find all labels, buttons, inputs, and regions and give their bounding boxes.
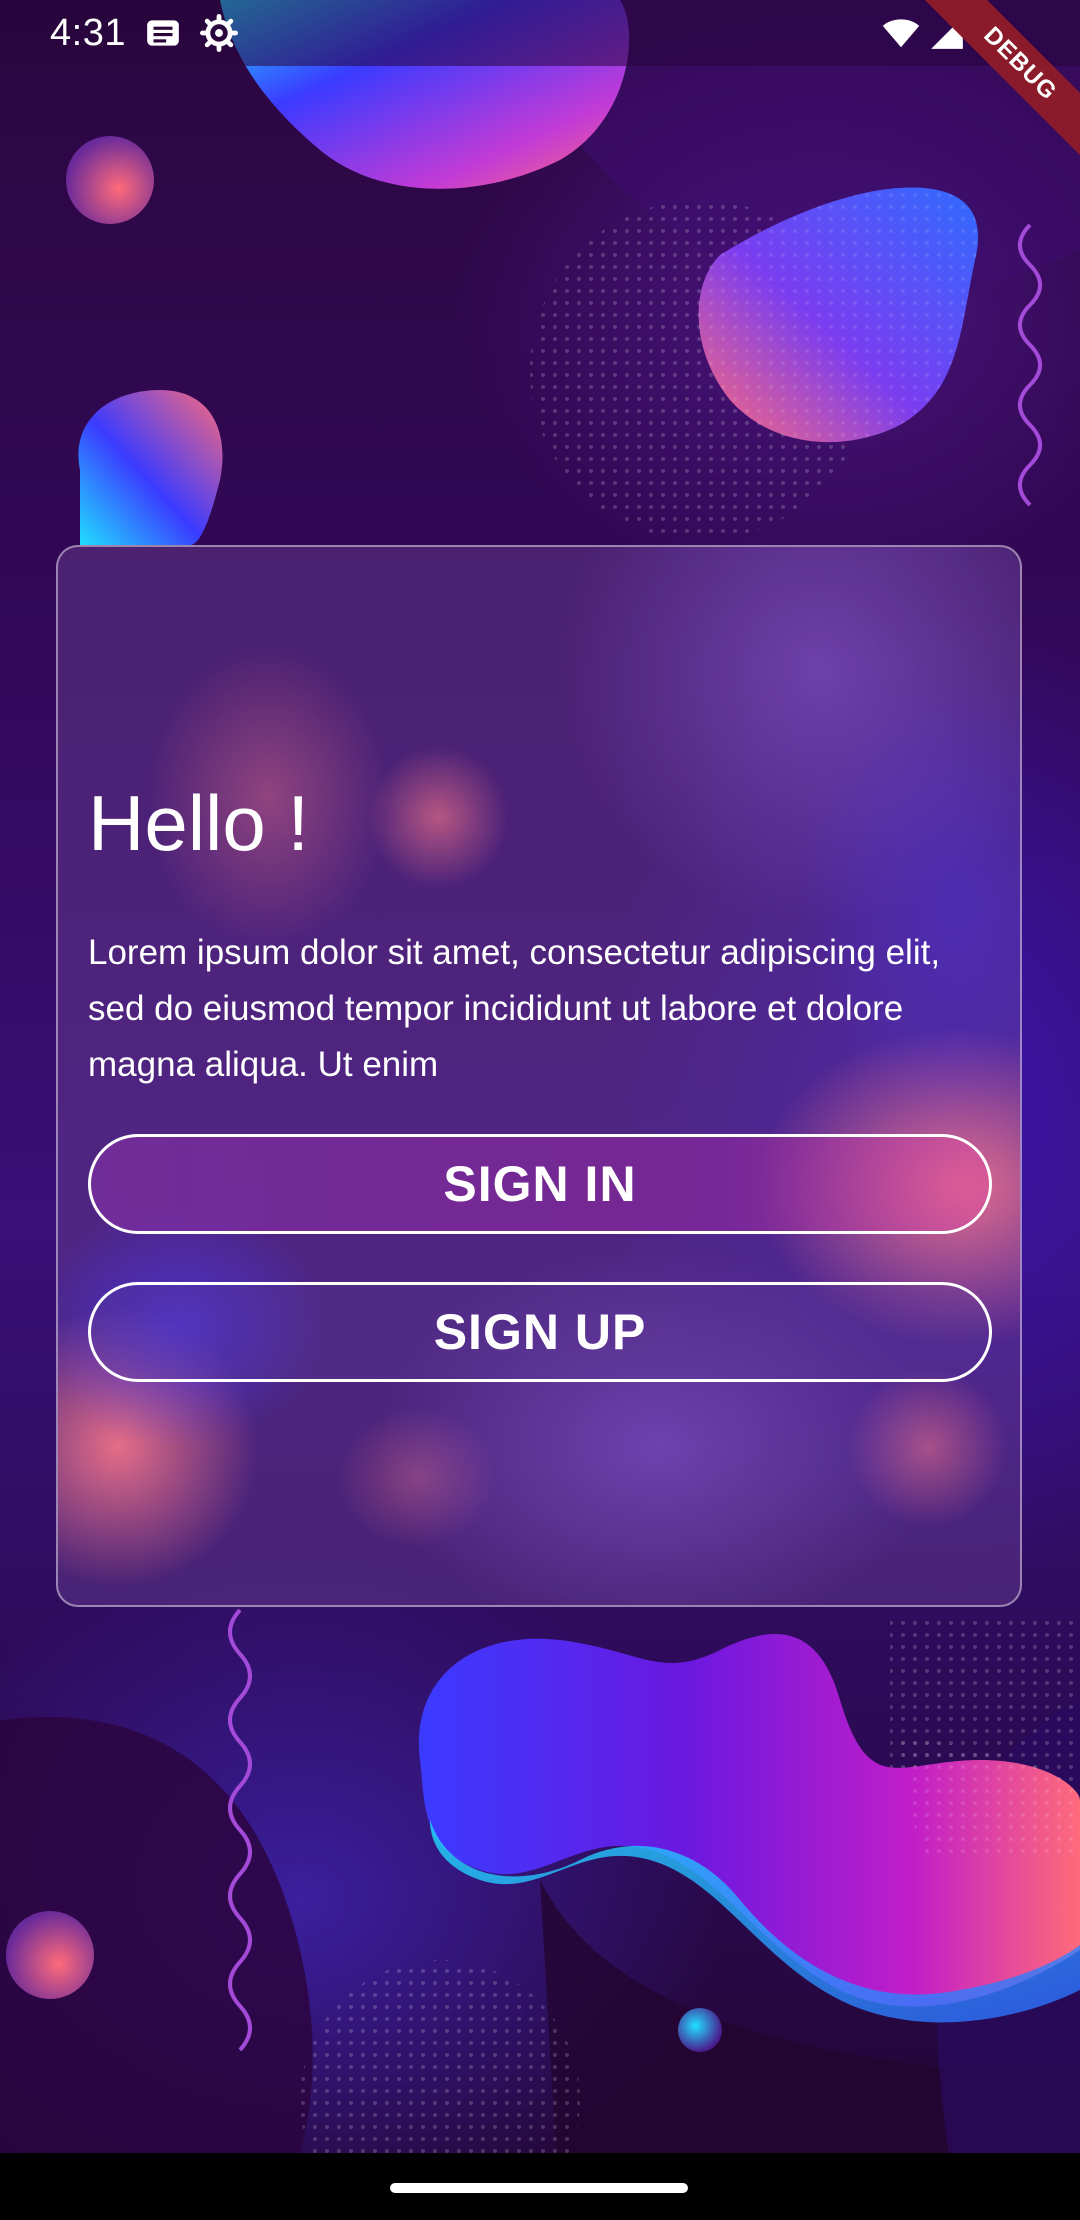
- navigation-bar: [0, 2153, 1080, 2220]
- status-bar: 4:31 DEBUG: [0, 0, 1080, 172]
- settings-gear-icon: [200, 14, 238, 52]
- home-gesture-handle[interactable]: [390, 2183, 688, 2193]
- sign-in-button[interactable]: SIGN IN: [88, 1134, 992, 1234]
- message-notification-icon: [147, 20, 179, 46]
- sign-up-label: SIGN UP: [433, 1304, 647, 1360]
- intro-text: Lorem ipsum dolor sit amet, consectetur …: [88, 933, 941, 1084]
- sign-in-label: SIGN IN: [443, 1156, 637, 1212]
- greeting-title: Hello !: [88, 779, 310, 867]
- debug-banner: DEBUG: [900, 0, 1080, 180]
- status-time: 4:31: [50, 12, 126, 54]
- app-screen: 4:31 DEBUG Hello ! Lorem ipsum dolor sit…: [0, 0, 1080, 2220]
- sign-up-button[interactable]: SIGN UP: [88, 1282, 992, 1382]
- debug-ribbon-label: DEBUG: [912, 0, 1080, 172]
- welcome-card: Hello ! Lorem ipsum dolor sit amet, cons…: [56, 545, 1022, 1607]
